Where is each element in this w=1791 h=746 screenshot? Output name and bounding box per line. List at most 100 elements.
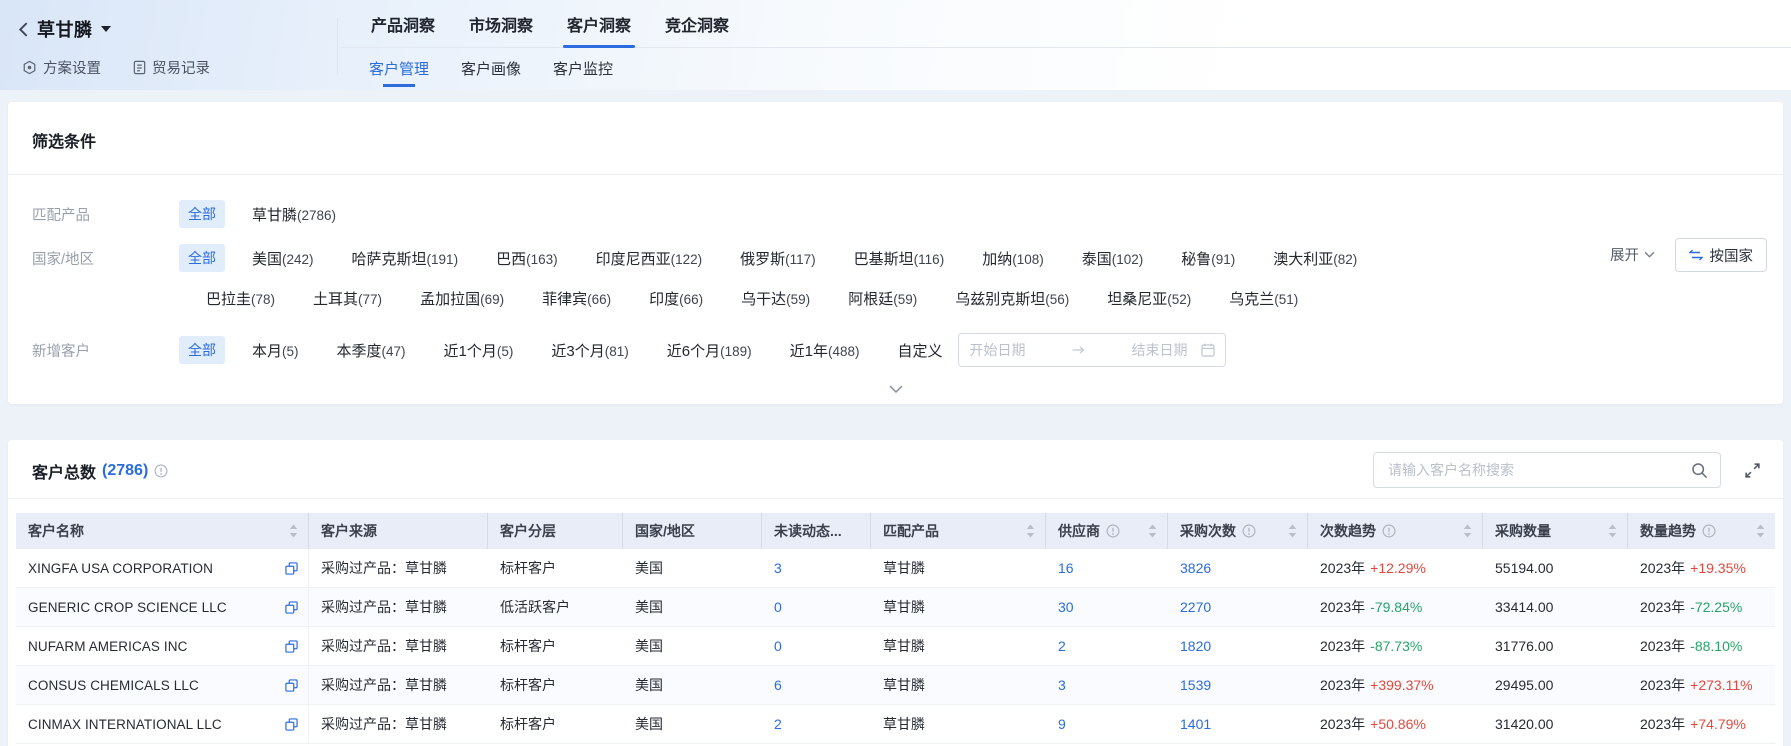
- column-label: 采购数量: [1495, 521, 1551, 541]
- cell-customer-tier: 标杆客户: [488, 705, 623, 743]
- scheme-settings-button[interactable]: 方案设置: [22, 57, 101, 78]
- cell-unread-link[interactable]: 0: [762, 588, 871, 626]
- country-filter-item[interactable]: 阿根廷(59): [848, 288, 917, 309]
- copy-icon[interactable]: [277, 718, 298, 731]
- country-filter-item[interactable]: 坦桑尼亚(52): [1107, 288, 1191, 309]
- filter-item-count: (189): [720, 344, 752, 359]
- filter-item-name: 阿根廷: [848, 291, 893, 308]
- subtab-customer-management[interactable]: 客户管理: [369, 48, 429, 88]
- cell-unread-link[interactable]: 6: [762, 666, 871, 704]
- country-all-chip[interactable]: 全部: [179, 244, 225, 272]
- cell-matched-product: 草甘膦: [871, 666, 1046, 704]
- product-caret-down-icon[interactable]: [101, 26, 111, 32]
- customer-name-text[interactable]: NUFARM AMERICAS INC: [28, 639, 187, 654]
- sort-icon[interactable]: [1608, 524, 1617, 538]
- customer-search-input[interactable]: [1386, 461, 1681, 479]
- product-all-chip[interactable]: 全部: [179, 200, 225, 228]
- cell-purchase-count-link[interactable]: 2270: [1168, 588, 1308, 626]
- cell-suppliers-link[interactable]: 30: [1046, 588, 1168, 626]
- date-range-input[interactable]: 开始日期 结束日期: [958, 333, 1226, 367]
- cell-purchase-count-link[interactable]: 3826: [1168, 549, 1308, 587]
- expand-toggle[interactable]: 展开: [1610, 244, 1655, 265]
- sort-icon[interactable]: [1756, 524, 1765, 538]
- info-icon[interactable]: [154, 464, 168, 478]
- cell-purchase-count-link[interactable]: 1539: [1168, 666, 1308, 704]
- info-icon[interactable]: [1106, 524, 1120, 538]
- cell-customer-name: XINGFA USA CORPORATION: [16, 549, 309, 587]
- tab-competitor-insight[interactable]: 竞企洞察: [663, 0, 731, 48]
- product-filter-item[interactable]: 草甘膦(2786): [252, 204, 336, 225]
- copy-icon[interactable]: [277, 640, 298, 653]
- country-filter-item[interactable]: 俄罗斯(117): [740, 248, 816, 269]
- tab-market-insight[interactable]: 市场洞察: [467, 0, 535, 48]
- country-filter-item[interactable]: 美国(242): [252, 248, 314, 269]
- cell-suppliers-link[interactable]: 3: [1046, 666, 1168, 704]
- country-filter-item[interactable]: 乌干达(59): [741, 288, 810, 309]
- cell-unread-link[interactable]: 0: [762, 627, 871, 665]
- cell-suppliers-link[interactable]: 16: [1046, 549, 1168, 587]
- country-filter-item[interactable]: 巴拉圭(78): [206, 288, 275, 309]
- subtab-customer-profile[interactable]: 客户画像: [461, 48, 521, 88]
- collapse-panel-toggle[interactable]: [871, 376, 921, 400]
- back-icon[interactable]: [18, 21, 29, 38]
- customer-name-text[interactable]: GENERIC CROP SCIENCE LLC: [28, 600, 227, 615]
- sort-icon[interactable]: [1026, 524, 1035, 538]
- customer-name-text[interactable]: CONSUS CHEMICALS LLC: [28, 678, 199, 693]
- info-icon[interactable]: [1702, 524, 1716, 538]
- cell-purchase-count-link[interactable]: 1820: [1168, 627, 1308, 665]
- country-filter-item[interactable]: 乌克兰(51): [1229, 288, 1298, 309]
- country-filter-item[interactable]: 印度尼西亚(122): [596, 248, 703, 269]
- country-filter-item[interactable]: 秘鲁(91): [1181, 248, 1235, 269]
- country-filter-item[interactable]: 乌兹别克斯坦(56): [955, 288, 1069, 309]
- tab-customer-insight[interactable]: 客户洞察: [565, 0, 633, 48]
- sort-icon[interactable]: [1288, 524, 1297, 538]
- custom-range-option[interactable]: 自定义: [897, 340, 942, 361]
- filter-item-count: (59): [893, 292, 917, 307]
- subtab-customer-monitor[interactable]: 客户监控: [553, 48, 613, 88]
- col-header-count-trend: 次数趋势: [1308, 513, 1483, 549]
- country-filter-item[interactable]: 泰国(102): [1082, 248, 1144, 269]
- customer-name-text[interactable]: XINGFA USA CORPORATION: [28, 561, 213, 576]
- sort-icon[interactable]: [289, 524, 298, 538]
- country-filter-item[interactable]: 巴基斯坦(116): [854, 248, 945, 269]
- tab-product-insight[interactable]: 产品洞察: [369, 0, 437, 48]
- country-filter-item[interactable]: 哈萨克斯坦(191): [352, 248, 459, 269]
- by-country-button[interactable]: 按国家: [1675, 238, 1768, 272]
- search-icon[interactable]: [1691, 462, 1708, 479]
- filter-row-product: 匹配产品 全部 草甘膦(2786): [32, 198, 1759, 230]
- period-filter-item[interactable]: 本季度(47): [337, 340, 406, 361]
- country-filter-item[interactable]: 孟加拉国(69): [420, 288, 504, 309]
- column-label: 客户分层: [500, 521, 556, 541]
- country-filter-item[interactable]: 澳大利亚(82): [1273, 248, 1357, 269]
- sort-icon[interactable]: [1463, 524, 1472, 538]
- country-filter-item[interactable]: 巴西(163): [496, 248, 558, 269]
- customer-name-text[interactable]: CINMAX INTERNATIONAL LLC: [28, 717, 222, 732]
- country-filter-item[interactable]: 菲律宾(66): [542, 288, 611, 309]
- country-filter-item[interactable]: 加纳(108): [982, 248, 1044, 269]
- copy-icon[interactable]: [277, 601, 298, 614]
- new-customer-all-chip[interactable]: 全部: [179, 336, 225, 364]
- info-icon[interactable]: [1382, 524, 1396, 538]
- cell-count-trend: 2023年+12.29%: [1308, 549, 1483, 587]
- col-header-country: 国家/地区: [623, 513, 762, 549]
- copy-icon[interactable]: [277, 562, 298, 575]
- filter-item-count: (108): [1012, 252, 1044, 267]
- period-filter-item[interactable]: 近1个月(5): [444, 340, 514, 361]
- country-filter-item[interactable]: 土耳其(77): [313, 288, 382, 309]
- cell-unread-link[interactable]: 3: [762, 549, 871, 587]
- sort-icon[interactable]: [1148, 524, 1157, 538]
- fullscreen-icon[interactable]: [1744, 462, 1761, 479]
- cell-purchase-count-link[interactable]: 1401: [1168, 705, 1308, 743]
- period-filter-item[interactable]: 近1年(488): [790, 340, 860, 361]
- info-icon[interactable]: [1242, 524, 1256, 538]
- cell-unread-link[interactable]: 2: [762, 705, 871, 743]
- col-header-qty-trend: 数量趋势: [1628, 513, 1775, 549]
- country-filter-item[interactable]: 印度(66): [649, 288, 703, 309]
- period-filter-item[interactable]: 近3个月(81): [551, 340, 628, 361]
- period-filter-item[interactable]: 本月(5): [252, 340, 299, 361]
- period-filter-item[interactable]: 近6个月(189): [667, 340, 752, 361]
- copy-icon[interactable]: [277, 679, 298, 692]
- trade-records-button[interactable]: 贸易记录: [133, 57, 210, 78]
- cell-suppliers-link[interactable]: 9: [1046, 705, 1168, 743]
- cell-suppliers-link[interactable]: 2: [1046, 627, 1168, 665]
